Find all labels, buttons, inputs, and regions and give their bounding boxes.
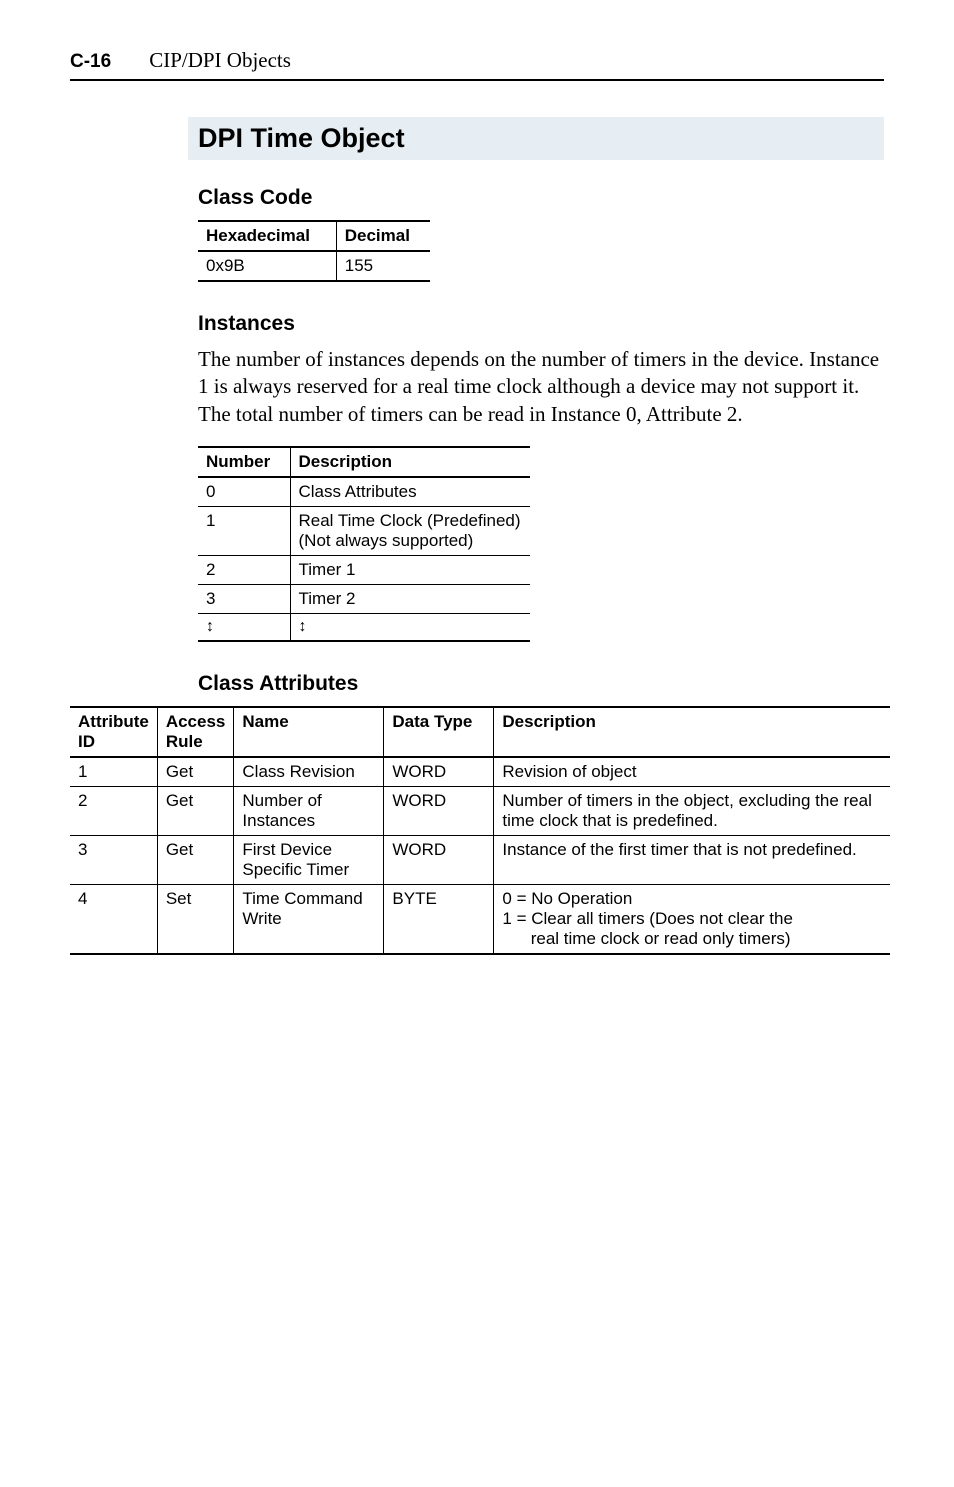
section-heading-band: DPI Time Object (188, 117, 884, 160)
class-code-heading: Class Code (198, 186, 884, 210)
instances-heading: Instances (198, 312, 884, 336)
table-row: 0 Class Attributes (198, 477, 530, 507)
col-description: Description (494, 707, 890, 757)
cell-desc: Real Time Clock (Predefined) (Not always… (290, 506, 530, 555)
cell-num: 2 (198, 555, 290, 584)
cell-id: 2 (70, 786, 157, 835)
cell-id: 1 (70, 757, 157, 787)
page-number: C-16 (70, 51, 111, 73)
cell-desc: ↕ (290, 613, 530, 641)
cell-rule: Get (157, 786, 234, 835)
table-header-row: Hexadecimal Decimal (198, 221, 430, 251)
cell-hex: 0x9B (198, 251, 336, 281)
cell-desc: Timer 2 (290, 584, 530, 613)
cell-desc: 0 = No Operation 1 = Clear all timers (D… (494, 884, 890, 954)
table-row: 3 Timer 2 (198, 584, 530, 613)
cell-dtype: WORD (384, 757, 494, 787)
page-title: CIP/DPI Objects (149, 48, 291, 73)
table-row: 4 Set Time Command Write BYTE 0 = No Ope… (70, 884, 890, 954)
table-row: 2 Get Number of Instances WORD Number of… (70, 786, 890, 835)
table-row: ↕ ↕ (198, 613, 530, 641)
cell-desc: Class Attributes (290, 477, 530, 507)
cell-desc: Timer 1 (290, 555, 530, 584)
content-area: DPI Time Object Class Code Hexadecimal D… (70, 117, 884, 955)
cell-num: 3 (198, 584, 290, 613)
cell-id: 3 (70, 835, 157, 884)
col-access-rule: Access Rule (157, 707, 234, 757)
cell-dtype: BYTE (384, 884, 494, 954)
cell-desc: Number of timers in the object, excludin… (494, 786, 890, 835)
cell-id: 4 (70, 884, 157, 954)
class-code-table: Hexadecimal Decimal 0x9B 155 (198, 220, 430, 282)
col-number: Number (198, 447, 290, 477)
cell-rule: Get (157, 757, 234, 787)
table-row: 0x9B 155 (198, 251, 430, 281)
cell-dtype: WORD (384, 786, 494, 835)
table-row: 1 Get Class Revision WORD Revision of ob… (70, 757, 890, 787)
col-description: Description (290, 447, 530, 477)
col-name: Name (234, 707, 384, 757)
cell-desc: Instance of the first timer that is not … (494, 835, 890, 884)
section-heading: DPI Time Object (198, 123, 874, 154)
class-attributes-table: Attribute ID Access Rule Name Data Type … (70, 706, 890, 955)
cell-rule: Get (157, 835, 234, 884)
cell-desc: Revision of object (494, 757, 890, 787)
cell-num: 1 (198, 506, 290, 555)
col-hex: Hexadecimal (198, 221, 336, 251)
class-attributes-heading: Class Attributes (198, 672, 884, 696)
cell-dtype: WORD (384, 835, 494, 884)
cell-rule: Set (157, 884, 234, 954)
col-attr-id: Attribute ID (70, 707, 157, 757)
cell-num: 0 (198, 477, 290, 507)
table-header-row: Number Description (198, 447, 530, 477)
cell-num: ↕ (198, 613, 290, 641)
col-data-type: Data Type (384, 707, 494, 757)
instances-paragraph: The number of instances depends on the n… (198, 346, 884, 428)
page-header: C-16 CIP/DPI Objects (70, 48, 884, 81)
cell-name: Class Revision (234, 757, 384, 787)
table-row: 3 Get First Device Specific Timer WORD I… (70, 835, 890, 884)
cell-dec: 155 (336, 251, 430, 281)
table-row: 1 Real Time Clock (Predefined) (Not alwa… (198, 506, 530, 555)
table-row: 2 Timer 1 (198, 555, 530, 584)
col-dec: Decimal (336, 221, 430, 251)
instances-table: Number Description 0 Class Attributes 1 … (198, 446, 530, 642)
cell-name: Number of Instances (234, 786, 384, 835)
cell-name: Time Command Write (234, 884, 384, 954)
table-header-row: Attribute ID Access Rule Name Data Type … (70, 707, 890, 757)
cell-name: First Device Specific Timer (234, 835, 384, 884)
